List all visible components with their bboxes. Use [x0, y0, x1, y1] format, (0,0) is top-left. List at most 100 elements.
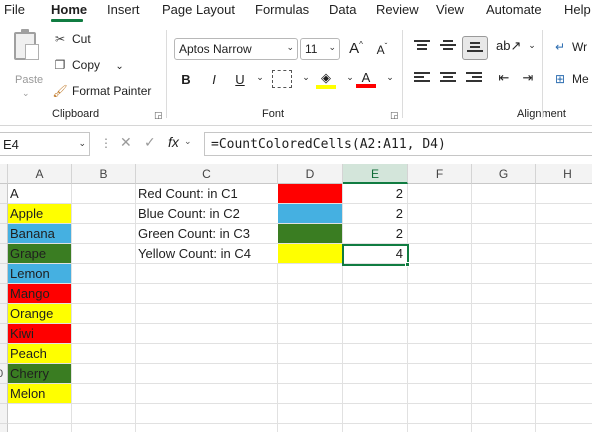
cell-f1[interactable]: [408, 184, 472, 204]
cell-h13[interactable]: [536, 424, 592, 432]
tab-insert[interactable]: Insert: [107, 2, 140, 17]
cell-a6[interactable]: Mango: [8, 284, 72, 304]
column-header-d[interactable]: D: [278, 164, 343, 184]
wrap-text-button[interactable]: ↵ Wr: [552, 40, 587, 54]
cell-a2[interactable]: Apple: [8, 204, 72, 224]
column-header-f[interactable]: F: [408, 164, 472, 184]
increase-indent-icon[interactable]: ⇥: [518, 70, 538, 86]
underline-button[interactable]: U: [230, 72, 250, 87]
align-right-icon[interactable]: [466, 72, 482, 84]
cell-e11[interactable]: [343, 384, 408, 404]
column-header-g[interactable]: G: [472, 164, 536, 184]
cell-g13[interactable]: [472, 424, 536, 432]
cell-d8[interactable]: [278, 324, 343, 344]
cell-a7[interactable]: Orange: [8, 304, 72, 324]
row-header[interactable]: [0, 344, 8, 364]
cell-f10[interactable]: [408, 364, 472, 384]
cell-c13[interactable]: [136, 424, 278, 432]
cell-h8[interactable]: [536, 324, 592, 344]
align-middle-icon[interactable]: [440, 40, 456, 52]
cell-h11[interactable]: [536, 384, 592, 404]
row-header[interactable]: [0, 304, 8, 324]
tab-file[interactable]: File: [4, 2, 25, 17]
cell-d3[interactable]: [278, 224, 343, 244]
cell-e6[interactable]: [343, 284, 408, 304]
cell-b11[interactable]: [72, 384, 136, 404]
chevron-down-icon[interactable]: ⌄: [296, 72, 316, 83]
font-color-icon[interactable]: A: [356, 70, 376, 88]
row-header[interactable]: [0, 424, 8, 432]
cell-c8[interactable]: [136, 324, 278, 344]
cell-d11[interactable]: [278, 384, 343, 404]
tab-view[interactable]: View: [436, 2, 464, 17]
chevron-down-icon[interactable]: ⌄: [184, 136, 192, 147]
cut-button[interactable]: ✂ Cut: [52, 32, 91, 46]
confirm-icon[interactable]: ✓: [144, 134, 156, 151]
cell-h3[interactable]: [536, 224, 592, 244]
cell-g2[interactable]: [472, 204, 536, 224]
column-header-b[interactable]: B: [72, 164, 136, 184]
cell-g8[interactable]: [472, 324, 536, 344]
chevron-down-icon[interactable]: ⌄: [115, 61, 123, 72]
cell-b13[interactable]: [72, 424, 136, 432]
cell-c7[interactable]: [136, 304, 278, 324]
tab-review[interactable]: Review: [376, 2, 419, 17]
cell-a13[interactable]: [8, 424, 72, 432]
font-launcher-icon[interactable]: ◲: [390, 110, 399, 121]
align-center-icon[interactable]: [440, 72, 456, 84]
cell-c5[interactable]: [136, 264, 278, 284]
cell-b9[interactable]: [72, 344, 136, 364]
cell-a10[interactable]: Cherry: [8, 364, 72, 384]
column-header-e[interactable]: E: [343, 164, 408, 184]
cancel-icon[interactable]: ✕: [120, 134, 132, 151]
cell-f4[interactable]: [408, 244, 472, 264]
cell-g9[interactable]: [472, 344, 536, 364]
chevron-down-icon[interactable]: ⌄: [250, 72, 270, 83]
cell-f6[interactable]: [408, 284, 472, 304]
cell-c2[interactable]: Blue Count: in C2: [136, 204, 278, 224]
cell-e10[interactable]: [343, 364, 408, 384]
cell-h1[interactable]: [536, 184, 592, 204]
cell-c3[interactable]: Green Count: in C3: [136, 224, 278, 244]
tab-formulas[interactable]: Formulas: [255, 2, 309, 17]
align-left-icon[interactable]: [414, 72, 430, 84]
insert-function-icon[interactable]: fx: [168, 134, 179, 150]
cell-f13[interactable]: [408, 424, 472, 432]
row-header[interactable]: [0, 324, 8, 344]
merge-button[interactable]: ⊞ Me: [552, 72, 589, 86]
cell-a4[interactable]: Grape: [8, 244, 72, 264]
cell-c1[interactable]: Red Count: in C1: [136, 184, 278, 204]
row-header[interactable]: [0, 224, 8, 244]
fill-handle[interactable]: [405, 262, 410, 267]
cell-c12[interactable]: [136, 404, 278, 424]
cell-h2[interactable]: [536, 204, 592, 224]
chevron-down-icon[interactable]: ⌄: [22, 88, 30, 99]
cell-a8[interactable]: Kiwi: [8, 324, 72, 344]
row-header[interactable]: [0, 204, 8, 224]
cell-a5[interactable]: Lemon: [8, 264, 72, 284]
select-all-corner[interactable]: [0, 164, 8, 184]
row-header[interactable]: [0, 284, 8, 304]
cell-h7[interactable]: [536, 304, 592, 324]
cell-c11[interactable]: [136, 384, 278, 404]
cell-h12[interactable]: [536, 404, 592, 424]
column-header-h[interactable]: H: [536, 164, 592, 184]
cell-g5[interactable]: [472, 264, 536, 284]
cell-g6[interactable]: [472, 284, 536, 304]
cell-g3[interactable]: [472, 224, 536, 244]
cell-h10[interactable]: [536, 364, 592, 384]
cell-f5[interactable]: [408, 264, 472, 284]
cell-c10[interactable]: [136, 364, 278, 384]
cell-d7[interactable]: [278, 304, 343, 324]
cell-e3[interactable]: 2: [343, 224, 408, 244]
cell-e13[interactable]: [343, 424, 408, 432]
cell-b10[interactable]: [72, 364, 136, 384]
cell-e2[interactable]: 2: [343, 204, 408, 224]
cell-d1[interactable]: [278, 184, 343, 204]
font-name-select[interactable]: Aptos Narrow ⌄: [174, 38, 298, 60]
cell-b7[interactable]: [72, 304, 136, 324]
cell-e1[interactable]: 2: [343, 184, 408, 204]
cell-e12[interactable]: [343, 404, 408, 424]
tab-automate[interactable]: Automate: [486, 2, 542, 17]
cell-e7[interactable]: [343, 304, 408, 324]
